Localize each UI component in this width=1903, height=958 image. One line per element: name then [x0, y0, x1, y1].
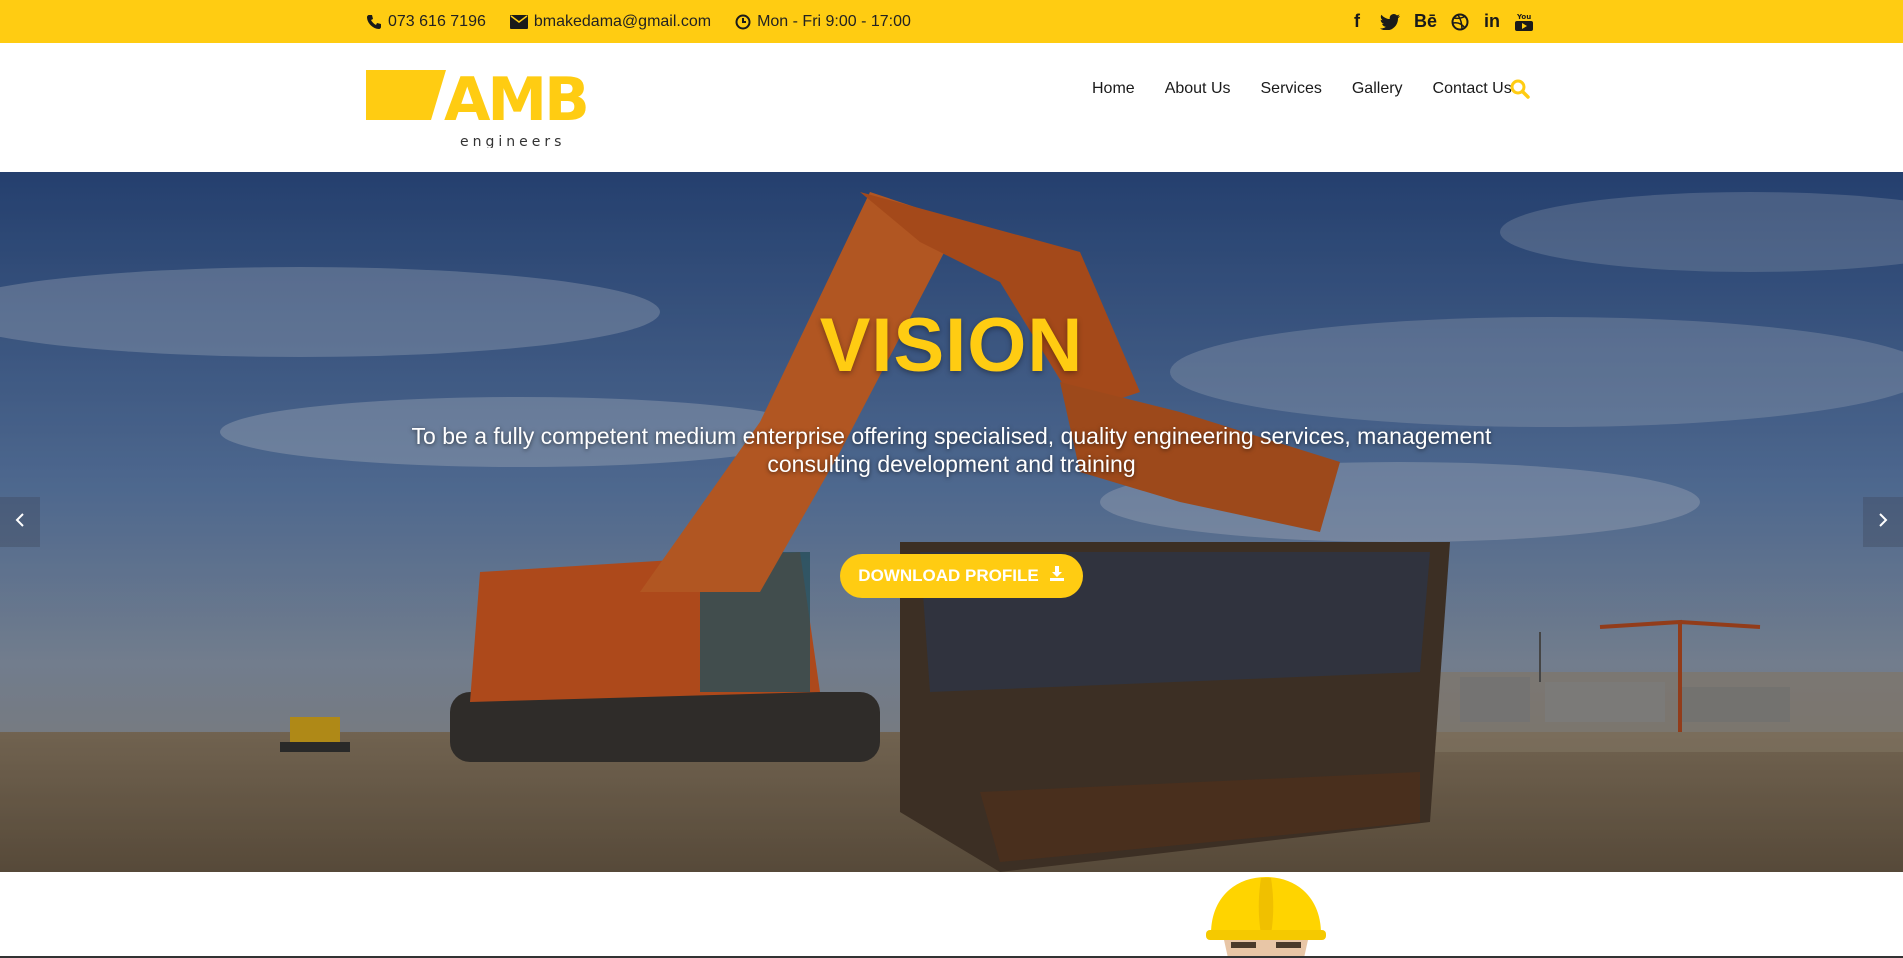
- hero-title: VISION: [819, 303, 1084, 388]
- twitter-icon[interactable]: [1379, 13, 1400, 30]
- email-item[interactable]: bmakedama@gmail.com: [509, 12, 712, 31]
- social-links: f Bē in You: [1348, 0, 1533, 43]
- clock-icon: [735, 14, 751, 30]
- hours-item: Mon - Fri 9:00 - 17:00: [735, 13, 911, 31]
- nav-services[interactable]: Services: [1261, 80, 1322, 98]
- business-hours: Mon - Fri 9:00 - 17:00: [757, 12, 911, 30]
- envelope-icon: [509, 14, 528, 29]
- download-profile-button[interactable]: DOWNLOAD PROFILE: [840, 554, 1083, 598]
- main-nav: Home About Us Services Gallery Contact U…: [1092, 43, 1512, 135]
- behance-icon[interactable]: Bē: [1414, 11, 1437, 32]
- company-logo[interactable]: AMB engineers: [366, 65, 590, 150]
- logo-subtitle: engineers: [460, 134, 565, 148]
- top-bar: 073 616 7196 bmakedama@gmail.com Mon - F…: [0, 0, 1903, 43]
- hero-slider: VISION To be a fully competent medium en…: [0, 172, 1903, 872]
- slider-next-button[interactable]: [1863, 497, 1903, 547]
- phone-icon: [366, 14, 382, 30]
- phone-item[interactable]: 073 616 7196: [366, 13, 486, 31]
- linkedin-icon[interactable]: in: [1483, 11, 1501, 32]
- email-address: bmakedama@gmail.com: [533, 12, 712, 30]
- contact-info: 073 616 7196 bmakedama@gmail.com Mon - F…: [366, 0, 911, 43]
- download-icon: [1049, 565, 1065, 587]
- site-header: AMB engineers Home About Us Services Gal…: [0, 43, 1903, 172]
- facebook-icon[interactable]: f: [1348, 11, 1366, 32]
- nav-contact-us[interactable]: Contact Us: [1433, 80, 1512, 98]
- nav-about-us[interactable]: About Us: [1165, 80, 1231, 98]
- cta-label: DOWNLOAD PROFILE: [858, 566, 1039, 585]
- svg-text:You: You: [1516, 13, 1531, 21]
- next-section: [0, 872, 1903, 958]
- youtube-icon[interactable]: You: [1515, 12, 1533, 32]
- chevron-right-icon: [1878, 512, 1888, 532]
- nav-home[interactable]: Home: [1092, 80, 1135, 98]
- worker-image: [1206, 877, 1326, 958]
- phone-number: 073 616 7196: [388, 12, 486, 30]
- search-icon[interactable]: [1510, 79, 1530, 104]
- hero-description: To be a fully competent medium enterpris…: [411, 423, 1492, 477]
- logo-letters: AMB: [444, 68, 586, 135]
- slider-prev-button[interactable]: [0, 497, 40, 547]
- hero-slide: VISION To be a fully competent medium en…: [0, 172, 1903, 872]
- dribbble-icon[interactable]: [1451, 13, 1469, 31]
- chevron-left-icon: [15, 512, 25, 532]
- nav-gallery[interactable]: Gallery: [1352, 80, 1403, 98]
